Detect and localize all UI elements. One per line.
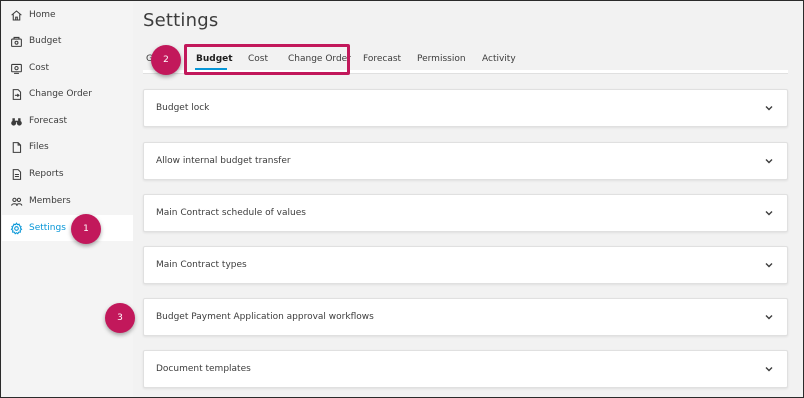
chevron-down-icon[interactable] [763,311,775,323]
panel-label: Budget lock [156,103,210,113]
callout-badge: 3 [105,303,135,333]
sidebar-item-label: Cost [29,63,50,73]
sidebar-item-label: Settings [29,223,66,233]
tab-forecast[interactable]: Forecast [363,54,401,64]
panel-budget-lock[interactable]: Budget lock [143,89,788,127]
sidebar-item-budget[interactable]: Budget [2,28,133,54]
budget-icon [7,32,25,50]
sidebar: Home Budget Cost Change Order Forecast F… [2,2,133,397]
panel-document-templates[interactable]: Document templates [143,350,788,388]
sidebar-item-label: Reports [29,169,64,179]
sidebar-item-change-order[interactable]: Change Order [2,81,133,107]
sidebar-item-cost[interactable]: Cost [2,55,133,81]
chevron-down-icon[interactable] [763,363,775,375]
chevron-down-icon[interactable] [763,155,775,167]
app-window: Home Budget Cost Change Order Forecast F… [0,0,804,398]
panel-schedule-of-values[interactable]: Main Contract schedule of values [143,194,788,232]
sidebar-item-label: Files [29,142,49,152]
forecast-icon [7,112,25,130]
sidebar-item-home[interactable]: Home [2,2,133,28]
page-title: Settings [143,10,219,31]
panel-internal-budget-transfer[interactable]: Allow internal budget transfer [143,142,788,180]
home-icon [7,6,25,24]
chevron-down-icon[interactable] [763,259,775,271]
sidebar-item-label: Change Order [29,89,92,99]
sidebar-item-reports[interactable]: Reports [2,161,133,187]
panel-label: Main Contract schedule of values [156,208,306,218]
files-icon [7,138,25,156]
tab-activity[interactable]: Activity [482,54,516,64]
panel-label: Main Contract types [156,260,247,270]
sidebar-item-label: Members [29,196,71,206]
sidebar-item-label: Budget [29,36,62,46]
cost-icon [7,59,25,77]
sidebar-item-files[interactable]: Files [2,134,133,160]
gear-icon [7,219,25,237]
tab-permission[interactable]: Permission [417,54,466,64]
chevron-down-icon[interactable] [763,207,775,219]
members-icon [7,192,25,210]
panel-main-contract-types[interactable]: Main Contract types [143,246,788,284]
reports-icon [7,165,25,183]
callout-badge: 2 [151,45,181,75]
sidebar-item-forecast[interactable]: Forecast [2,108,133,134]
tab-highlight-box [184,44,350,75]
change-order-icon [7,85,25,103]
sidebar-item-label: Home [29,10,56,20]
panel-label: Budget Payment Application approval work… [156,312,374,322]
panel-payment-approval-workflows[interactable]: Budget Payment Application approval work… [143,298,788,336]
sidebar-item-settings[interactable]: Settings [2,215,133,241]
panel-label: Allow internal budget transfer [156,156,291,166]
chevron-down-icon[interactable] [763,102,775,114]
sidebar-item-label: Forecast [29,116,68,126]
callout-badge: 1 [71,214,101,244]
panel-label: Document templates [156,364,251,374]
sidebar-item-members[interactable]: Members [2,188,133,214]
